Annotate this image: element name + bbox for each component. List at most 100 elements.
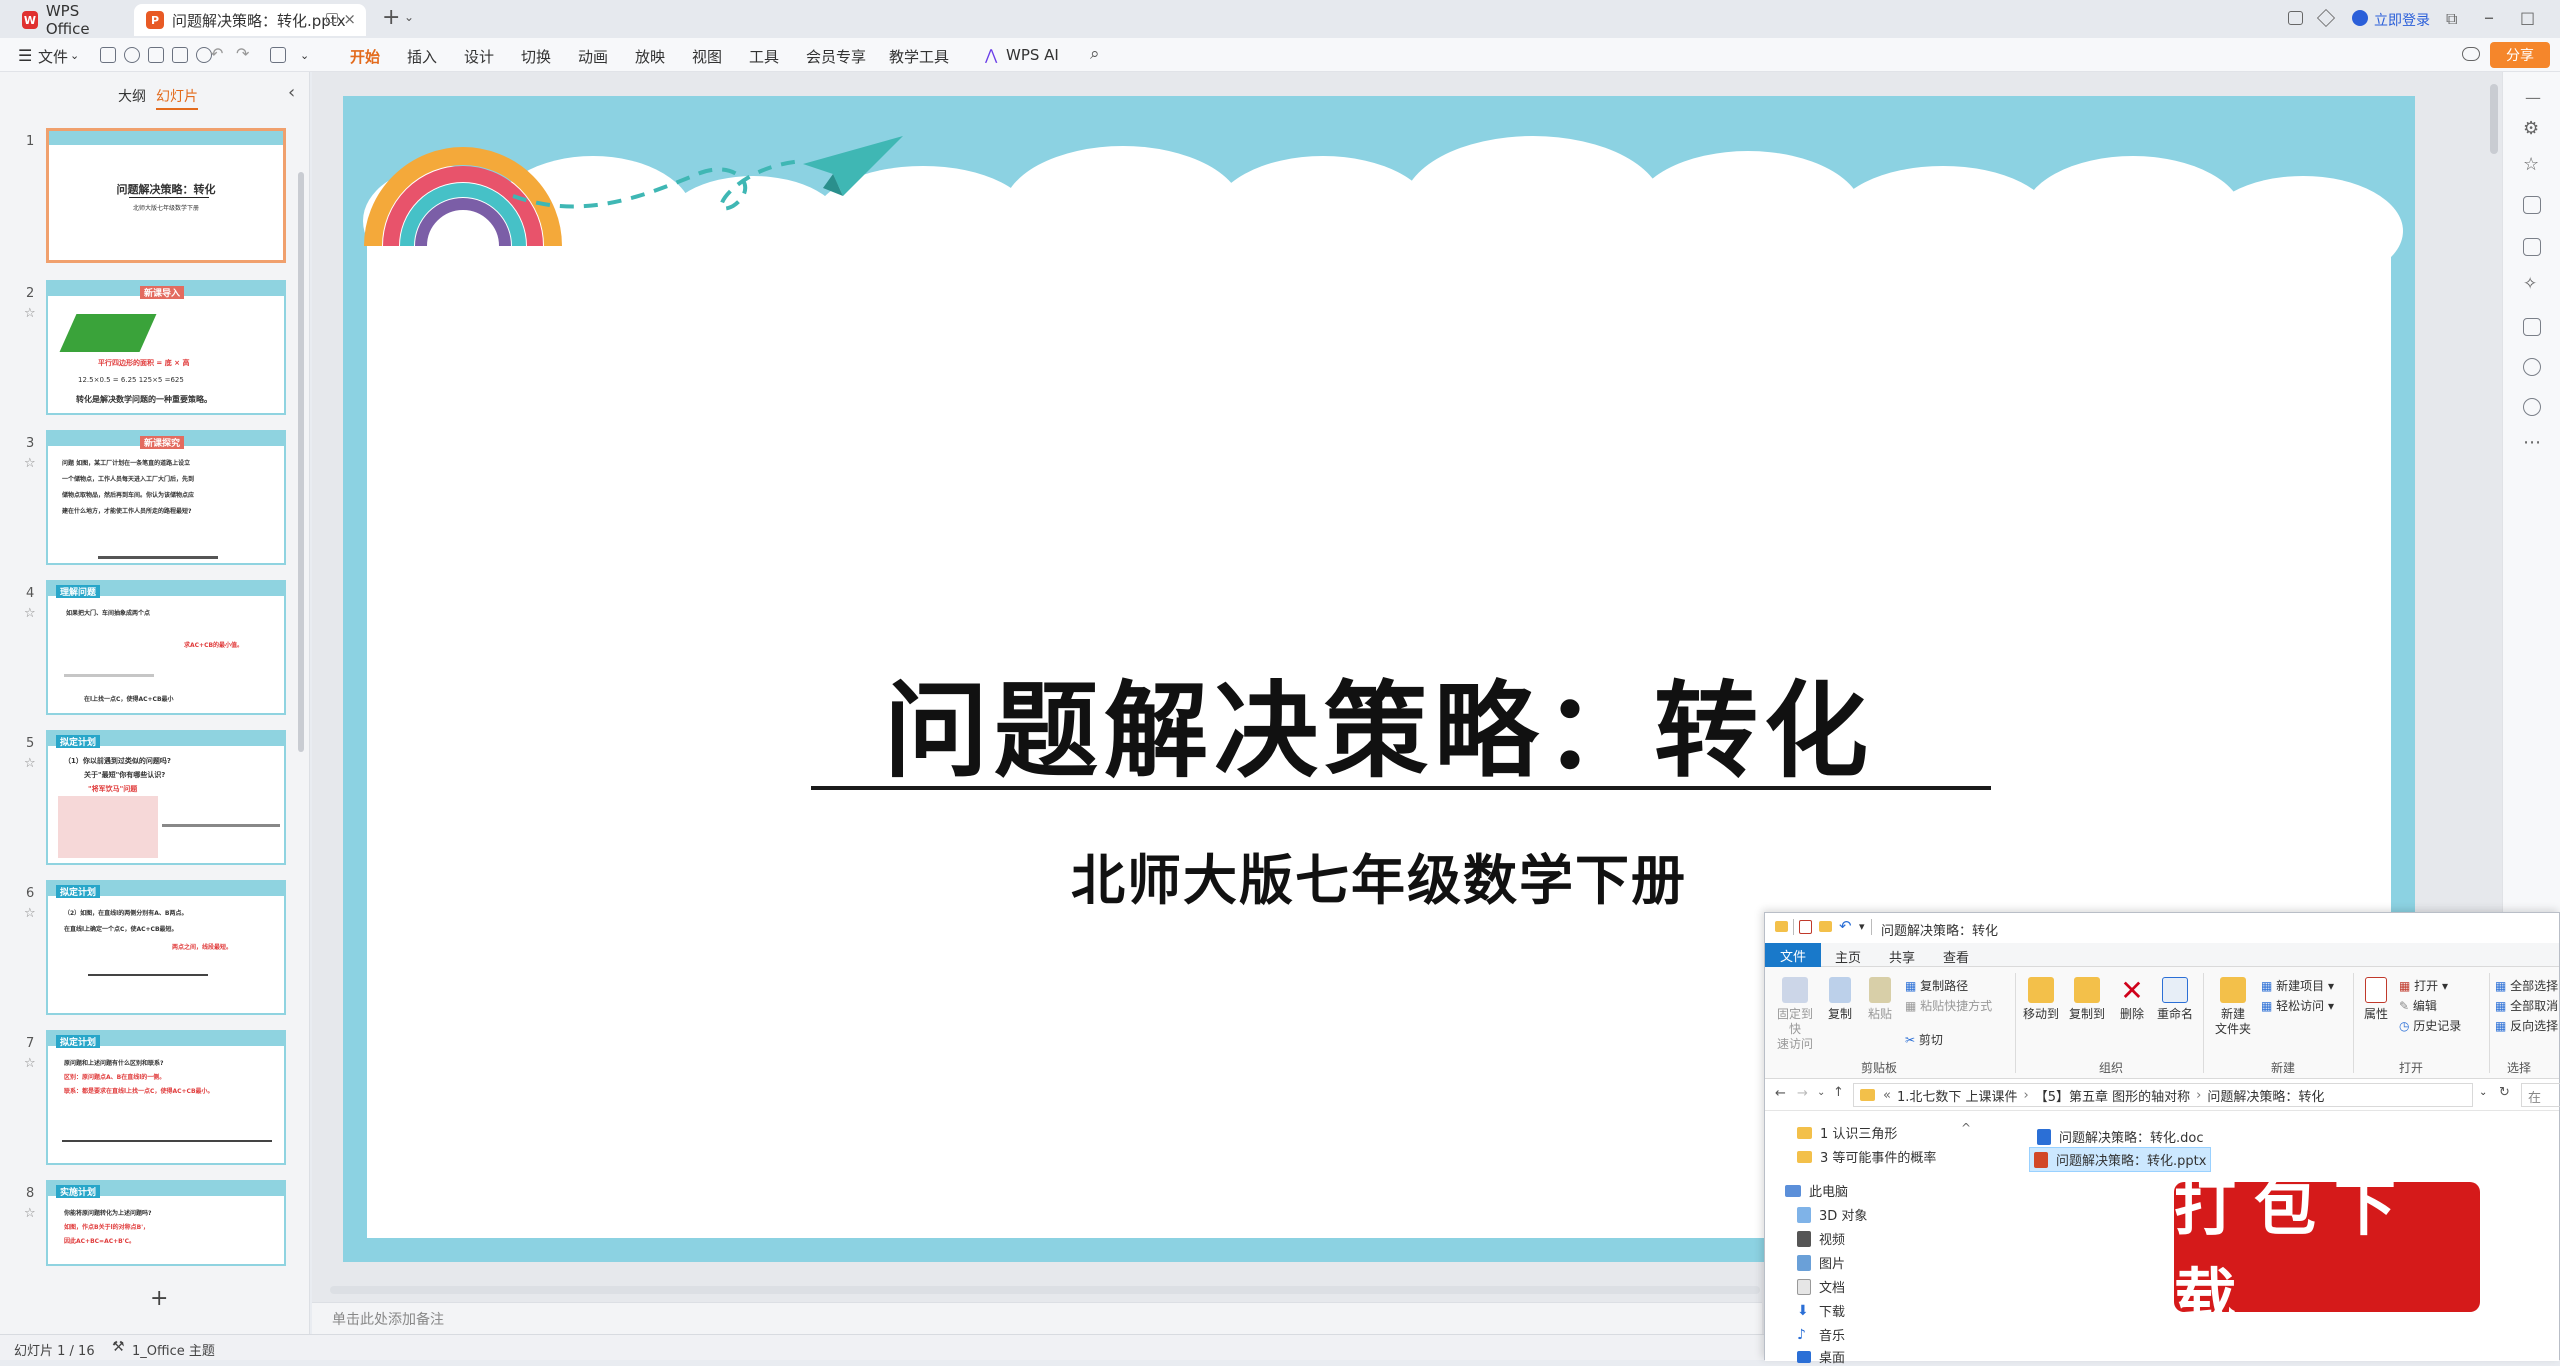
chevron-down-icon[interactable]: ⌄ <box>70 49 79 62</box>
forward-icon[interactable]: → <box>1797 1086 1808 1101</box>
slide-thumb-8[interactable]: 实施计划 你能将原问题转化为上述问题吗? 如图，作点B关于l的对称点B'， 因此… <box>46 1180 286 1266</box>
slide-thumb-1[interactable]: 问题解决策略：转化 北师大版七年级数学下册 <box>46 128 286 263</box>
copy-icon[interactable] <box>2523 196 2541 214</box>
copy-button[interactable]: 复制 <box>1823 977 1857 1022</box>
edit-button[interactable]: ✎ 编辑 <box>2399 997 2437 1014</box>
star-icon[interactable]: ☆ <box>24 906 36 921</box>
thumb-scrollbar[interactable] <box>298 172 304 752</box>
nav-desktop[interactable]: 桌面 <box>1797 1347 1845 1366</box>
format-painter-icon[interactable] <box>270 47 286 63</box>
shirt-icon[interactable] <box>2523 358 2541 376</box>
cube-icon[interactable] <box>2316 8 2336 28</box>
slide-thumb-7[interactable]: 拟定计划 原问题和上述问题有什么区别和联系? 区别：原问题点A、B在直线l的一侧… <box>46 1030 286 1165</box>
file-item[interactable]: 问题解决策略：转化.doc <box>2033 1125 2208 1148</box>
tab-slideshow[interactable]: 放映 <box>635 46 665 67</box>
collapse-panel-icon[interactable]: ‹ <box>288 82 295 103</box>
properties-icon[interactable] <box>1799 920 1812 934</box>
nav-folder[interactable]: 3 等可能事件的概率 <box>1797 1147 1936 1166</box>
menu-icon[interactable]: ☰ <box>18 46 32 65</box>
save-icon[interactable] <box>100 47 116 63</box>
star-icon[interactable]: ☆ <box>24 606 36 621</box>
maximize-icon[interactable]: □ <box>2520 8 2535 27</box>
new-folder-button[interactable]: 新建 文件夹 <box>2211 977 2255 1037</box>
select-none-button[interactable]: ▦ 全部取消 <box>2495 997 2558 1014</box>
minimize-icon[interactable]: — <box>2525 88 2541 107</box>
minimize-icon[interactable]: – <box>2484 5 2494 29</box>
chevron-down-icon[interactable]: ⌄ <box>1817 1087 1825 1098</box>
tab-tools[interactable]: 工具 <box>749 46 779 67</box>
vertical-scrollbar[interactable] <box>2490 84 2498 154</box>
slide-thumb-2[interactable]: 新课导入 平行四边形的面积 = 底 × 高 12.5×0.5 = 6.25 12… <box>46 280 286 415</box>
more-icon[interactable]: ⋯ <box>2523 432 2541 453</box>
pin-quick-access-button[interactable]: 固定到快 速访问 <box>1773 977 1817 1052</box>
select-all-button[interactable]: ▦ 全部选择 <box>2495 977 2558 994</box>
new-item-button[interactable]: ▦ 新建项目 ▾ <box>2261 977 2334 994</box>
tab-home[interactable]: 开始 <box>350 46 381 75</box>
delete-button[interactable]: ✕ 删除 <box>2115 977 2149 1022</box>
chevron-down-icon[interactable]: ⌄ <box>2479 1087 2487 1098</box>
cloud-icon[interactable] <box>2462 47 2480 61</box>
chevron-down-icon[interactable]: ▾ <box>1859 920 1865 933</box>
chevron-down-icon[interactable]: ⌄ <box>404 10 414 24</box>
tab-view[interactable]: 查看 <box>1943 947 1969 966</box>
horizontal-scrollbar[interactable] <box>330 1286 1760 1294</box>
star-icon[interactable]: ☆ <box>24 756 36 771</box>
new-folder-icon[interactable] <box>1819 921 1832 932</box>
paste-button[interactable]: 粘贴 <box>1863 977 1897 1022</box>
nav-downloads[interactable]: ⬇ 下载 <box>1797 1301 1845 1321</box>
login-link[interactable]: 立即登录 <box>2374 10 2430 30</box>
help-icon[interactable] <box>2523 398 2541 416</box>
search-icon[interactable]: ⌕ <box>1090 44 1100 64</box>
pin-icon[interactable] <box>124 47 140 63</box>
tab-slides[interactable]: 幻灯片 <box>156 86 198 110</box>
tab-home[interactable]: 主页 <box>1835 947 1861 966</box>
tab-member[interactable]: 会员专享 <box>806 46 866 67</box>
nav-pictures[interactable]: 图片 <box>1797 1253 1845 1272</box>
slide-thumb-3[interactable]: 新课探究 问题 如图，某工厂计划在一条笔直的道路上设立 一个储物点，工作人员每天… <box>46 430 286 565</box>
file-menu[interactable]: 文件 <box>38 46 68 67</box>
tab-insert[interactable]: 插入 <box>407 46 437 67</box>
nav-documents[interactable]: 文档 <box>1797 1277 1845 1296</box>
star-icon[interactable]: ☆ <box>2523 154 2539 175</box>
nav-this-pc[interactable]: 此电脑 <box>1785 1181 1848 1200</box>
star-icon[interactable]: ☆ <box>24 1206 36 1221</box>
invert-selection-button[interactable]: ▦ 反向选择 <box>2495 1017 2558 1034</box>
tab-animation[interactable]: 动画 <box>578 46 608 67</box>
tab-wps-office[interactable]: W WPS Office <box>10 2 130 38</box>
add-slide-button[interactable]: + <box>150 1286 168 1311</box>
paste-shortcut-button[interactable]: ▦ 粘贴快捷方式 <box>1905 997 1992 1014</box>
move-to-button[interactable]: 移动到 <box>2021 977 2061 1022</box>
nav-folder[interactable]: 1 认识三角形 <box>1797 1123 1897 1142</box>
cut-button[interactable]: ✂ 剪切 <box>1905 1031 1943 1048</box>
theme-name[interactable]: 1_Office 主题 <box>132 1340 215 1359</box>
easy-access-button[interactable]: ▦ 轻松访问 ▾ <box>2261 997 2334 1014</box>
redo-icon[interactable]: ↷ <box>236 44 249 63</box>
tab-wps-ai[interactable]: WPS AI <box>1006 46 1059 64</box>
star-icon[interactable]: ☆ <box>24 1056 36 1071</box>
chevron-down-icon[interactable]: ⌄ <box>300 49 309 62</box>
copy-path-button[interactable]: ▦ 复制路径 <box>1905 977 1968 994</box>
tab-outline[interactable]: 大纲 <box>118 86 146 106</box>
sliders-icon[interactable]: ⚙ <box>2523 118 2539 139</box>
slide-thumb-6[interactable]: 拟定计划 （2）如图，在直线l的两侧分别有A、B两点。 在直线l上确定一个点C，… <box>46 880 286 1015</box>
undo-icon[interactable]: ↶ <box>1839 917 1852 935</box>
copy-to-button[interactable]: 复制到 <box>2067 977 2107 1022</box>
tab-share[interactable]: 共享 <box>1889 947 1915 966</box>
tab-file[interactable]: 文件 <box>1765 943 1821 967</box>
download-package-stamp[interactable]: 打包下载 <box>2162 1171 2492 1334</box>
nav-music[interactable]: ♪ 音乐 <box>1797 1325 1845 1345</box>
slide-thumb-4[interactable]: 理解问题 如果把大门、车间抽象成两个点 求AC+CB的最小值。 在l上找一点C，… <box>46 580 286 715</box>
avatar-icon[interactable] <box>2352 10 2368 26</box>
magic-wand-icon[interactable]: ✧ <box>2523 274 2537 294</box>
up-icon[interactable]: ↑ <box>1833 1085 1844 1100</box>
picture-icon[interactable] <box>2523 238 2541 256</box>
nav-videos[interactable]: 视频 <box>1797 1229 1845 1248</box>
export-pdf-icon[interactable] <box>148 47 164 63</box>
window-icon[interactable] <box>326 13 338 23</box>
open-button[interactable]: ▦ 打开 ▾ <box>2399 977 2448 994</box>
tab-design[interactable]: 设计 <box>464 46 494 67</box>
print-icon[interactable] <box>172 47 188 63</box>
star-icon[interactable]: ☆ <box>24 456 36 471</box>
refresh-icon[interactable]: ↻ <box>2499 1085 2510 1100</box>
slide-thumb-5[interactable]: 拟定计划 （1）你以前遇到过类似的问题吗? 关于"最短"你有哪些认识? "将军饮… <box>46 730 286 865</box>
